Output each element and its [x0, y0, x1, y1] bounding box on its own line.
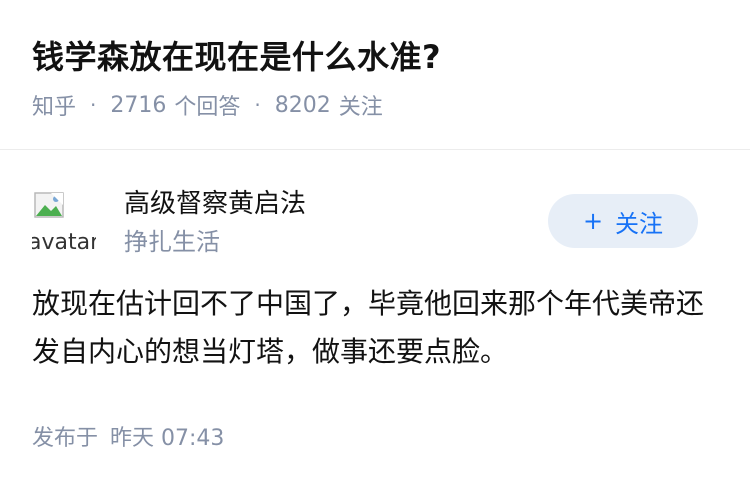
author-name[interactable]: 高级督察黄启法: [124, 186, 306, 222]
meta-separator: ·: [90, 93, 97, 117]
answer-author: avatar 高级督察黄启法 挣扎生活 + 关注: [32, 186, 718, 258]
published-time: 昨天 07:43: [110, 426, 225, 451]
author-bio: 挣扎生活: [124, 228, 220, 256]
answer-footer: 发布于 昨天 07:43: [32, 420, 224, 452]
question-title[interactable]: 钱学森放在现在是什么水准?: [32, 34, 718, 80]
answer-content[interactable]: 放现在估计回不了中国了，毕竟他回来那个年代美帝还发自内心的想当灯塔，做事还要点脸…: [32, 280, 718, 376]
question-meta: 知乎 · 2716 个回答 · 8202 关注: [32, 88, 718, 122]
follow-button[interactable]: + 关注: [548, 194, 698, 248]
plus-icon: +: [582, 207, 604, 235]
meta-separator: ·: [254, 93, 261, 117]
broken-image-icon: [34, 192, 64, 218]
answer-count-label: 个回答: [174, 95, 241, 120]
question-header: 钱学森放在现在是什么水准? 知乎 · 2716 个回答 · 8202 关注: [0, 0, 750, 150]
published-label: 发布于: [32, 426, 99, 451]
follower-count: 8202: [274, 92, 331, 118]
avatar[interactable]: avatar: [32, 190, 96, 254]
avatar-alt-text: avatar: [32, 230, 96, 254]
follow-button-label: 关注: [615, 209, 664, 238]
follower-count-label: 关注: [338, 95, 383, 120]
answer-count: 2716: [110, 92, 167, 118]
source-label[interactable]: 知乎: [32, 89, 76, 121]
